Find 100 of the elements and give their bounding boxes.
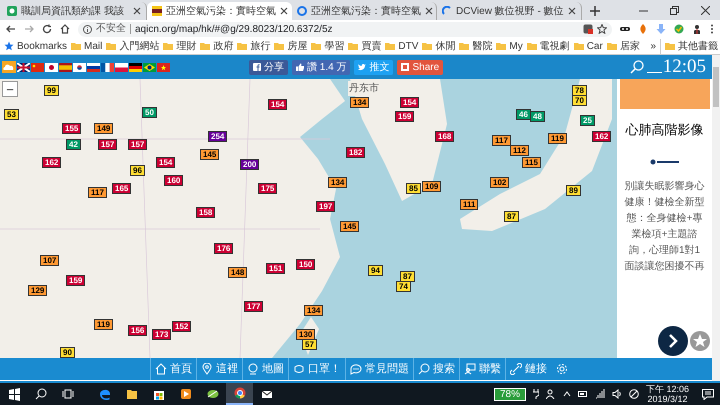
share-button[interactable]: Share — [397, 60, 444, 74]
aqi-marker[interactable]: 117 — [88, 187, 107, 198]
aqi-marker[interactable]: 254 — [208, 131, 228, 142]
aqi-marker[interactable]: 109 — [422, 181, 442, 192]
taskbar-time[interactable]: 下午 12:06 — [646, 384, 689, 394]
aqi-marker[interactable]: 134 — [350, 97, 370, 108]
zoom-out-button[interactable]: − — [2, 81, 18, 97]
aqi-marker[interactable]: 25 — [580, 115, 595, 126]
aqi-marker[interactable]: 78 — [572, 85, 587, 96]
maximize-icon[interactable] — [670, 6, 679, 15]
aqi-marker[interactable]: 155 — [62, 123, 82, 134]
flag-icon[interactable] — [73, 62, 86, 72]
aqi-marker[interactable]: 148 — [228, 267, 248, 278]
flag-icon[interactable] — [17, 62, 30, 72]
aqi-marker[interactable]: 89 — [566, 185, 581, 196]
bookmark-item[interactable]: My — [496, 38, 523, 54]
chevron-up-icon[interactable] — [562, 391, 571, 397]
aqi-marker[interactable]: 129 — [28, 285, 48, 296]
aqi-marker[interactable]: 53 — [4, 109, 19, 120]
nav-link[interactable]: 聯繫 — [459, 358, 505, 380]
task-view-icon[interactable] — [62, 388, 74, 400]
mask-icon[interactable] — [620, 24, 630, 34]
nav-link[interactable]: 首頁 — [150, 358, 196, 380]
aqi-marker[interactable]: 119 — [548, 133, 567, 144]
bookmark-item[interactable]: DTV — [385, 38, 418, 54]
aqi-marker[interactable]: 112 — [510, 145, 529, 156]
aqi-marker[interactable]: 90 — [60, 347, 75, 358]
flag-icon[interactable] — [143, 62, 156, 72]
address-field[interactable]: 不安全 aqicn.org/map/hk/#@g/29.8023/120.6372/5z — [78, 22, 612, 36]
aqi-marker[interactable]: 156 — [128, 325, 148, 336]
nav-link[interactable]: 鏈接 — [505, 358, 551, 380]
bookmark-item[interactable]: 學習 — [311, 38, 344, 54]
translate-icon[interactable] — [583, 24, 593, 34]
bookmark-item[interactable]: Car — [574, 38, 603, 54]
close-icon[interactable] — [280, 7, 288, 15]
aqi-marker[interactable]: 151 — [266, 263, 286, 274]
aqi-marker[interactable]: 176 — [214, 243, 234, 254]
aqi-marker[interactable]: 162 — [42, 157, 62, 168]
check-icon[interactable] — [674, 24, 684, 34]
aqi-marker[interactable]: 197 — [316, 201, 336, 212]
aqi-marker[interactable]: 150 — [296, 259, 316, 270]
aqi-marker[interactable]: 177 — [244, 301, 264, 312]
blocked-icon[interactable] — [628, 389, 639, 399]
aqi-marker[interactable]: 152 — [172, 321, 192, 332]
leaf-app-icon[interactable] — [206, 388, 218, 400]
aqi-marker[interactable]: 87 — [400, 271, 415, 282]
aqi-marker[interactable]: 159 — [66, 275, 86, 286]
nav-link[interactable]: 口罩！ — [288, 358, 345, 380]
bookmark-item[interactable]: 休閒 — [422, 38, 456, 54]
aqi-marker[interactable]: 160 — [164, 175, 184, 186]
aqi-marker[interactable]: 154 — [268, 99, 288, 110]
bookmark-item[interactable]: 政府 — [200, 38, 234, 54]
aqi-marker[interactable]: 149 — [94, 123, 114, 134]
close-icon[interactable] — [701, 6, 710, 15]
aqi-marker[interactable]: 200 — [240, 159, 260, 170]
bookmark-item[interactable]: Mail — [71, 38, 102, 54]
bookmark-item[interactable]: 醫院 — [459, 38, 492, 54]
flag-icon[interactable] — [45, 62, 58, 72]
aqi-marker[interactable]: 57 — [302, 339, 317, 350]
browser-tab[interactable]: 亞洲空氣污染：實時空氣 — [147, 2, 292, 20]
folder-icon[interactable] — [126, 388, 138, 400]
bookmark-star-icon[interactable] — [597, 24, 607, 34]
menu-icon[interactable] — [710, 24, 714, 34]
bookmark-item[interactable]: 理財 — [163, 38, 196, 54]
nav-link[interactable]: 地圖 — [242, 358, 288, 380]
aqi-marker[interactable]: 130 — [296, 329, 316, 340]
aqi-marker[interactable]: 154 — [156, 157, 176, 168]
flag-icon[interactable] — [129, 62, 142, 72]
bookmark-item[interactable]: 電視劇 — [526, 38, 570, 54]
flag-icon[interactable] — [101, 62, 114, 72]
speaker-icon[interactable] — [612, 389, 622, 399]
aqi-marker[interactable]: 145 — [200, 149, 220, 160]
scrollbar[interactable] — [712, 55, 720, 381]
aqi-marker[interactable]: 154 — [400, 97, 420, 108]
aqi-marker[interactable]: 157 — [98, 139, 118, 150]
aqi-marker[interactable]: 115 — [522, 157, 541, 168]
power-icon[interactable] — [578, 390, 588, 398]
new-tab-icon[interactable] — [590, 6, 600, 16]
windows-icon[interactable] — [8, 388, 20, 400]
aqi-marker[interactable]: 94 — [368, 265, 383, 276]
nav-link[interactable]: 常見問題 — [345, 358, 413, 380]
aqi-marker[interactable]: 168 — [435, 131, 454, 142]
mail-icon[interactable] — [260, 388, 272, 400]
close-icon[interactable] — [425, 7, 433, 15]
aqi-marker[interactable]: 159 — [395, 111, 414, 122]
home-icon[interactable] — [60, 24, 70, 34]
aqi-marker[interactable]: 173 — [152, 329, 172, 340]
aqi-marker[interactable]: 175 — [258, 183, 278, 194]
bookmark-item[interactable]: 房屋 — [274, 38, 308, 54]
bookmark-item[interactable]: 入門網站 — [106, 38, 160, 54]
aqi-marker[interactable]: 85 — [406, 183, 421, 194]
aqi-marker[interactable]: 46 — [516, 109, 531, 120]
aqi-marker[interactable]: 50 — [142, 107, 157, 118]
aqi-marker[interactable]: 74 — [396, 281, 411, 292]
aqi-marker[interactable]: 165 — [112, 183, 132, 194]
bookmark-item[interactable]: 居家 — [606, 38, 640, 54]
bookmark-item[interactable]: 其他書籤 — [660, 38, 718, 54]
aqi-marker[interactable]: 134 — [328, 177, 348, 188]
aqi-marker[interactable]: 111 — [460, 199, 478, 210]
aqi-marker[interactable]: 145 — [340, 221, 360, 232]
